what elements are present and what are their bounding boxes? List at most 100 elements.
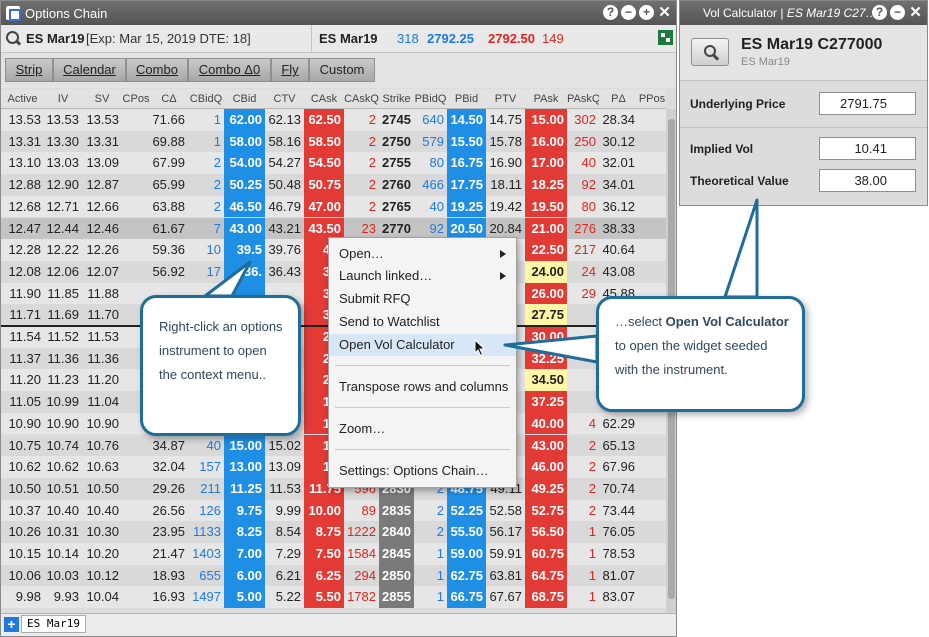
- table-cell[interactable]: 73.44: [599, 500, 638, 522]
- table-cell[interactable]: 10.14: [44, 543, 82, 565]
- underlying-price-field[interactable]: 2791.75: [819, 92, 916, 115]
- table-cell[interactable]: 2: [188, 152, 224, 174]
- table-cell[interactable]: 80: [567, 196, 599, 218]
- table-cell[interactable]: 59.00: [447, 543, 486, 565]
- table-cell[interactable]: 579: [414, 131, 447, 153]
- column-header[interactable]: IV: [44, 89, 82, 109]
- table-cell[interactable]: [122, 196, 150, 218]
- table-cell[interactable]: 14.75: [486, 109, 525, 131]
- table-cell[interactable]: [122, 152, 150, 174]
- table-cell[interactable]: 8.75: [304, 521, 344, 543]
- table-cell[interactable]: 7: [188, 218, 224, 240]
- table-cell[interactable]: 2755: [379, 152, 414, 174]
- table-cell[interactable]: 43.50: [304, 217, 344, 240]
- column-header[interactable]: PAsk: [525, 89, 567, 109]
- table-cell[interactable]: 1: [414, 565, 447, 587]
- table-cell[interactable]: 2: [414, 521, 447, 543]
- table-cell[interactable]: 30.12: [599, 131, 638, 153]
- table-cell[interactable]: 11.20: [82, 369, 122, 391]
- table-cell[interactable]: 2: [344, 152, 379, 174]
- table-cell[interactable]: 16.90: [486, 152, 525, 174]
- table-cell[interactable]: 68.75: [525, 586, 567, 609]
- table-cell[interactable]: 11.05: [1, 391, 44, 413]
- table-cell[interactable]: 294: [344, 565, 379, 587]
- table-cell[interactable]: 21.47: [150, 543, 188, 565]
- table-cell[interactable]: 40: [567, 152, 599, 174]
- table-cell[interactable]: [567, 304, 599, 326]
- table-cell[interactable]: 62.29: [599, 413, 638, 435]
- table-row[interactable]: 10.37 10.40 10.40 26.56 126 9.75 9.99 10.00 89 28…: [1, 499, 666, 522]
- table-row[interactable]: 10.26 10.31 10.30 23.95 1133 8.25 8.54 8.75 1222…: [1, 521, 666, 543]
- table-cell[interactable]: [638, 196, 666, 218]
- table-cell[interactable]: 27.75: [525, 304, 567, 326]
- table-cell[interactable]: 2: [567, 456, 599, 478]
- table-cell[interactable]: 83.07: [599, 586, 638, 608]
- table-row[interactable]: 13.31 13.30 13.31 69.88 1 58.00 58.16 58.50 2 275…: [1, 130, 666, 153]
- table-cell[interactable]: 13.31: [82, 131, 122, 153]
- table-cell[interactable]: [122, 261, 150, 283]
- table-cell[interactable]: 80: [414, 152, 447, 174]
- table-cell[interactable]: 4: [567, 413, 599, 435]
- table-cell[interactable]: 12.46: [82, 218, 122, 240]
- vol-calculator-titlebar[interactable]: Vol Calculator | ES Mar19 C27… ? − ✕: [680, 1, 927, 25]
- table-row[interactable]: 13.10 13.03 13.09 67.99 2 54.00 54.27 54.50 2 275…: [1, 152, 666, 175]
- column-header[interactable]: SV: [82, 89, 122, 109]
- table-cell[interactable]: 276: [567, 218, 599, 240]
- table-cell[interactable]: 10.90: [44, 413, 82, 435]
- help-icon[interactable]: ?: [603, 5, 618, 20]
- column-header[interactable]: PTV: [486, 89, 525, 109]
- table-cell[interactable]: 28.34: [599, 109, 638, 131]
- table-cell[interactable]: 15.78: [486, 131, 525, 153]
- menu-item-submit-rfq[interactable]: Submit RFQ: [329, 288, 516, 310]
- table-cell[interactable]: 40: [414, 196, 447, 218]
- table-cell[interactable]: 56.50: [525, 521, 567, 543]
- table-cell[interactable]: 12.06: [44, 261, 82, 283]
- table-cell[interactable]: 50.25: [224, 174, 265, 196]
- theoretical-value-field[interactable]: 38.00: [819, 169, 916, 192]
- column-header[interactable]: PPos: [638, 89, 666, 109]
- column-header[interactable]: Active: [1, 89, 44, 109]
- table-cell[interactable]: 62.75: [447, 564, 486, 587]
- table-cell[interactable]: 7.50: [304, 543, 344, 565]
- table-cell[interactable]: 15.00: [224, 434, 265, 457]
- table-cell[interactable]: 17.75: [447, 174, 486, 196]
- table-cell[interactable]: 66.75: [447, 586, 486, 609]
- table-cell[interactable]: 37.25: [525, 391, 567, 413]
- table-cell[interactable]: [122, 500, 150, 522]
- table-cell[interactable]: 10.31: [44, 521, 82, 543]
- table-cell[interactable]: 11.88: [82, 283, 122, 305]
- table-cell[interactable]: 7.29: [265, 543, 304, 565]
- table-cell[interactable]: 5.00: [224, 586, 265, 609]
- table-cell[interactable]: 76.05: [599, 521, 638, 543]
- table-cell[interactable]: 13.10: [1, 152, 44, 174]
- table-cell[interactable]: 58.16: [265, 131, 304, 153]
- table-cell[interactable]: 46.00: [525, 456, 567, 478]
- table-cell[interactable]: 640: [414, 109, 447, 131]
- table-cell[interactable]: 12.71: [44, 196, 82, 218]
- close-icon[interactable]: ✕: [908, 5, 923, 20]
- table-cell[interactable]: 19.42: [486, 196, 525, 218]
- menu-item-open-vol-calculator[interactable]: Open Vol Calculator: [329, 334, 516, 356]
- table-cell[interactable]: 1497: [188, 586, 224, 608]
- table-cell[interactable]: 5.22: [265, 586, 304, 608]
- table-cell[interactable]: 10.06: [1, 565, 44, 587]
- table-cell[interactable]: 43.08: [599, 261, 638, 283]
- table-cell[interactable]: 60.75: [525, 543, 567, 565]
- table-cell[interactable]: 12.88: [1, 174, 44, 196]
- table-cell[interactable]: 9.93: [44, 586, 82, 608]
- table-cell[interactable]: 8.54: [265, 521, 304, 543]
- table-cell[interactable]: 11.37: [1, 348, 44, 370]
- table-cell[interactable]: [122, 456, 150, 478]
- table-cell[interactable]: 13.30: [44, 131, 82, 153]
- table-cell[interactable]: 1: [414, 543, 447, 565]
- table-cell[interactable]: 70.74: [599, 478, 638, 500]
- table-cell[interactable]: 52.25: [447, 499, 486, 522]
- table-cell[interactable]: 13.00: [224, 456, 265, 478]
- table-cell[interactable]: 12.28: [1, 239, 44, 261]
- table-cell[interactable]: 15.50: [447, 130, 486, 153]
- table-cell[interactable]: 12.66: [82, 196, 122, 218]
- table-cell[interactable]: 69.88: [150, 131, 188, 153]
- table-cell[interactable]: [122, 109, 150, 131]
- table-cell[interactable]: 65.13: [599, 435, 638, 457]
- table-cell[interactable]: 10.04: [82, 586, 122, 608]
